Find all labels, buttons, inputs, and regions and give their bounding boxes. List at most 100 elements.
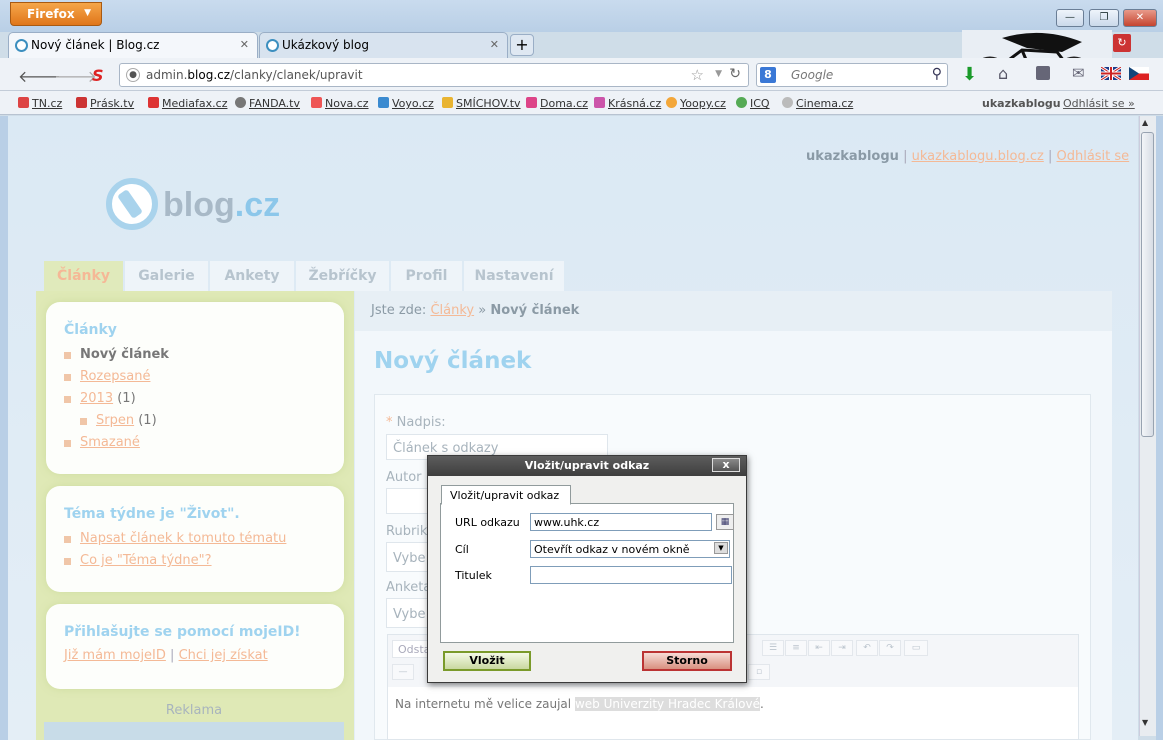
seznam-icon[interactable]: S: [92, 66, 104, 85]
scroll-down-icon[interactable]: ▼: [1142, 718, 1148, 727]
mojeid-get-link[interactable]: Chci jej získat: [179, 648, 268, 663]
html-icon[interactable]: ▭: [904, 640, 928, 656]
nav-tab-zebricky[interactable]: Žebříčky: [296, 261, 389, 291]
redo-icon[interactable]: ↷: [879, 640, 901, 656]
scrollbar-thumb[interactable]: [1141, 132, 1154, 437]
editor-content[interactable]: Na internetu mě velice zaujal web Univer…: [395, 697, 764, 711]
format-select[interactable]: Odsta: [392, 640, 430, 658]
sidebar-item-deleted[interactable]: Smazané: [64, 432, 326, 454]
close-tab-icon[interactable]: ✕: [240, 38, 249, 51]
rubric-select[interactable]: Vybe: [386, 542, 431, 572]
bookmark-icq[interactable]: ICQ: [736, 97, 770, 110]
search-icon[interactable]: ⚲: [932, 66, 942, 82]
close-window-button[interactable]: ✕: [1123, 9, 1157, 27]
author-input[interactable]: [386, 488, 431, 514]
bookmark-doma[interactable]: Doma.cz: [526, 97, 588, 110]
blog-favicon-icon: [266, 39, 279, 52]
bookmark-yoopy[interactable]: Yoopy.cz: [666, 97, 726, 110]
bullet-list-icon[interactable]: ☰: [762, 640, 784, 656]
nav-tab-nastaveni[interactable]: Nastavení: [464, 261, 564, 291]
outdent-icon[interactable]: ⇤: [808, 640, 830, 656]
mail-icon[interactable]: ✉: [1072, 64, 1085, 82]
ad-label: Reklama: [165, 703, 223, 718]
url-input[interactable]: www.uhk.cz: [530, 513, 712, 531]
bookmark-logout-link[interactable]: Odhlásit se »: [1063, 97, 1135, 110]
forward-icon[interactable]: 🡒: [54, 66, 97, 86]
history-dropdown-icon[interactable]: ▼: [715, 69, 722, 79]
sidebar-item-drafts[interactable]: Rozepsané: [64, 366, 326, 388]
selected-link-text[interactable]: web Univerzity Hradec Králové: [574, 697, 760, 711]
author-label: Autor: [386, 470, 422, 485]
indent-icon[interactable]: ⇥: [831, 640, 853, 656]
tab-novy-clanek[interactable]: Nový článek | Blog.cz ✕: [8, 32, 258, 58]
bookmark-tn[interactable]: TN.cz: [18, 97, 62, 110]
dialog-tab-link[interactable]: Vložit/upravit odkaz: [441, 485, 571, 505]
bookmark-nova[interactable]: Nova.cz: [311, 97, 369, 110]
target-select[interactable]: Otevřít odkaz v novém okně ▼: [530, 540, 730, 558]
titulek-input[interactable]: [530, 566, 732, 584]
addon-box-icon[interactable]: [1036, 66, 1050, 80]
poll-select[interactable]: Vybe: [386, 598, 431, 628]
home-icon[interactable]: ⌂: [998, 64, 1008, 83]
theme-write-link[interactable]: Napsat článek k tomuto tématu: [64, 528, 326, 550]
cancel-button[interactable]: Storno: [642, 651, 732, 671]
bookmark-star-icon[interactable]: ☆: [691, 66, 704, 84]
bookmark-krasna[interactable]: Krásná.cz: [594, 97, 661, 110]
bookmark-cinema[interactable]: Cinema.cz: [782, 97, 853, 110]
url-host: admin.: [146, 68, 188, 82]
target-label: Cíl: [455, 543, 469, 556]
insert-button[interactable]: Vložit: [443, 651, 531, 671]
nav-tab-clanky[interactable]: Články: [44, 261, 123, 291]
blog-favicon-icon: [15, 39, 28, 52]
czech-flag-icon[interactable]: [1129, 67, 1149, 80]
horizontal-rule-icon[interactable]: —: [392, 664, 414, 680]
url-label: URL odkazu: [455, 516, 520, 529]
dialog-close-button[interactable]: x: [712, 458, 740, 472]
site-logo[interactable]: blog.cz: [163, 186, 280, 225]
sidebar-item-month[interactable]: Srpen (1): [80, 410, 326, 432]
tab-ukazkovy-blog[interactable]: Ukázkový blog ✕: [259, 32, 508, 58]
theme-what-link[interactable]: Co je "Téma týdne"?: [64, 550, 326, 572]
mojeid-have-link[interactable]: Již mám mojeID: [64, 648, 166, 663]
scroll-up-icon[interactable]: ▲: [1142, 118, 1148, 127]
dialog-title[interactable]: Vložit/upravit odkaz: [428, 456, 746, 476]
bookmark-fanda[interactable]: FANDA.tv: [235, 97, 300, 110]
reload-icon[interactable]: ↻: [729, 66, 741, 82]
undo-icon[interactable]: ↶: [856, 640, 878, 656]
nav-tab-profil[interactable]: Profil: [391, 261, 462, 291]
dropdown-arrow-icon: ▼: [84, 8, 91, 18]
url-bar[interactable]: ● admin.blog.cz/clanky/clanek/upravit ☆ …: [119, 63, 749, 87]
ad-banner[interactable]: [44, 722, 344, 740]
nav-tab-ankety[interactable]: Ankety: [210, 261, 294, 291]
toolbar-extra-icon[interactable]: ▫: [748, 664, 770, 680]
bookmark-smichov[interactable]: SMÍCHOV.tv: [442, 97, 521, 110]
select-arrow-icon: ▼: [714, 542, 728, 554]
download-icon[interactable]: ⬇: [962, 64, 977, 85]
numbered-list-icon[interactable]: ≡: [785, 640, 807, 656]
english-flag-icon[interactable]: [1101, 67, 1121, 80]
new-tab-button[interactable]: +: [510, 34, 534, 56]
sidebar-mojeid-box: Přihlašujte se pomocí mojeID! Již mám mo…: [46, 604, 344, 689]
sidebar-articles-box: Články Nový článek Rozepsané 2013 (1) Sr…: [46, 302, 344, 474]
url-path: /clanky/clanek/upravit: [230, 68, 363, 82]
window-frame-left: [0, 116, 8, 740]
close-tab-icon[interactable]: ✕: [490, 38, 499, 51]
bookmark-prask[interactable]: Prásk.tv: [76, 97, 134, 110]
minimize-button[interactable]: —: [1056, 9, 1084, 27]
nav-tab-galerie[interactable]: Galerie: [125, 261, 208, 291]
firefox-menu-button[interactable]: Firefox ▼: [10, 2, 102, 26]
sidebar-item-year[interactable]: 2013 (1): [64, 388, 326, 410]
logout-link[interactable]: Odhlásit se: [1056, 149, 1129, 164]
user-blog-link[interactable]: ukazkablogu.blog.cz: [912, 149, 1044, 164]
titulek-label: Titulek: [455, 569, 492, 582]
browse-icon[interactable]: ▦: [716, 514, 734, 530]
mojeid-heading: Přihlašujte se pomocí mojeID!: [64, 624, 301, 640]
bookmark-voyo[interactable]: Voyo.cz: [378, 97, 434, 110]
bookmark-mediafax[interactable]: Mediafax.cz: [148, 97, 227, 110]
addon-icon[interactable]: ↻: [1113, 34, 1131, 52]
search-input[interactable]: Google ⚲: [756, 63, 948, 87]
sidebar-item-new-article[interactable]: Nový článek: [64, 344, 326, 366]
breadcrumb-articles-link[interactable]: Články: [430, 303, 474, 318]
google-engine-icon[interactable]: 8: [760, 67, 776, 83]
maximize-button[interactable]: ❐: [1089, 9, 1119, 27]
